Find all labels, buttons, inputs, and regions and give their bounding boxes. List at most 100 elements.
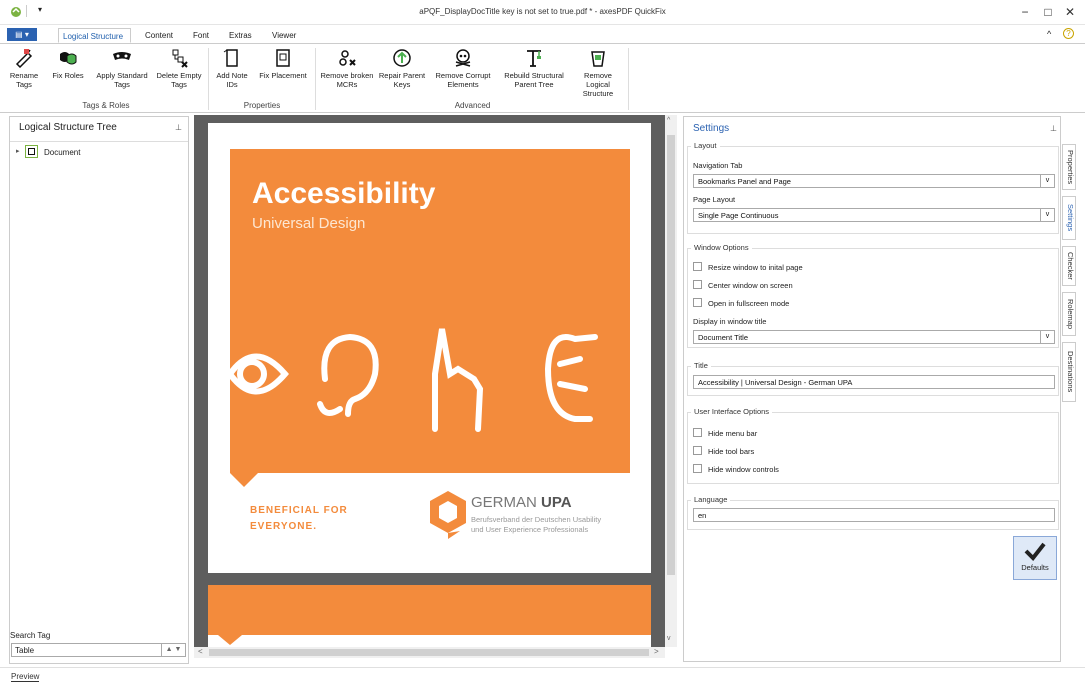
- navtab-value: Bookmarks Panel and Page: [698, 177, 791, 186]
- remove-broken-mcrs-button[interactable]: Remove broken MCRs: [320, 48, 374, 100]
- center-label: Center window on screen: [708, 281, 793, 290]
- org-name: GERMAN UPA: [471, 494, 572, 511]
- hide-menu-label: Hide menu bar: [708, 429, 758, 438]
- fix-roles-label: Fix Roles: [52, 71, 84, 80]
- scroll-up-icon[interactable]: ^: [667, 117, 670, 124]
- scroll-down-icon[interactable]: v: [667, 635, 671, 642]
- page2-notch: [218, 635, 242, 645]
- group-label-properties: Properties: [243, 101, 281, 110]
- tab-viewer[interactable]: Viewer: [268, 28, 300, 43]
- search-tag-value: Table: [15, 646, 35, 655]
- vertical-scrollbar[interactable]: ^ v: [665, 115, 677, 647]
- search-spinner[interactable]: ▲ ▼: [161, 644, 185, 656]
- org-line1: Berufsverband der Deutschen Usability: [471, 515, 602, 524]
- rebuild-structural-parent-tree-label: Rebuild Structural Parent Tree: [504, 71, 564, 89]
- horizontal-scrollbar[interactable]: < >: [194, 647, 665, 658]
- collapse-ribbon-icon[interactable]: ^: [1047, 29, 1051, 39]
- title-input[interactable]: Accessibility | Universal Design - Germa…: [693, 375, 1055, 389]
- remove-logical-structure-label: Remove Logical Structure: [582, 71, 614, 98]
- center-checkbox[interactable]: [693, 280, 702, 289]
- add-note-ids-label: Add Note IDs: [216, 71, 248, 89]
- rename-tags-button[interactable]: Rename Tags: [6, 48, 42, 100]
- chevron-down-icon: v: [1040, 175, 1054, 187]
- pagelayout-value: Single Page Continuous: [698, 211, 779, 220]
- display-title-select[interactable]: Document Title v: [693, 330, 1055, 344]
- beneficial-line1: BENEFICIAL FOR: [250, 505, 348, 516]
- logical-structure-panel: Logical Structure Tree ⊥ ▸ Document Sear…: [9, 116, 189, 664]
- file-menu-button[interactable]: ▤ ▾: [7, 28, 37, 41]
- broken-link-icon: [339, 50, 356, 66]
- hide-menu-checkbox[interactable]: [693, 428, 702, 437]
- repair-icon: [393, 49, 411, 67]
- scroll-right-icon[interactable]: >: [654, 647, 659, 656]
- settings-title: Settings: [693, 123, 730, 134]
- tab-extras[interactable]: Extras: [225, 28, 256, 43]
- window-options-title: Window Options: [691, 243, 752, 252]
- close-button[interactable]: ✕: [1062, 4, 1078, 20]
- display-title-value: Document Title: [698, 333, 749, 342]
- rebuild-structural-parent-tree-button[interactable]: Rebuild Structural Parent Tree: [499, 48, 569, 100]
- language-value: en: [698, 511, 707, 520]
- delete-tags-icon: [172, 49, 188, 68]
- help-icon[interactable]: ?: [1063, 28, 1074, 39]
- repair-parent-keys-button[interactable]: Repair Parent Keys: [377, 48, 427, 100]
- remove-corrupt-elements-button[interactable]: Remove Corrupt Elements: [430, 48, 496, 100]
- tab-font[interactable]: Font: [189, 28, 213, 43]
- resize-checkbox[interactable]: [693, 262, 702, 271]
- pagelayout-select[interactable]: Single Page Continuous v: [693, 208, 1055, 222]
- ribbon: Rename Tags Fix Roles Apply Standard Tag…: [0, 43, 1085, 113]
- search-tag-label: Search Tag: [10, 631, 51, 640]
- sidetab-rolemap[interactable]: Rolemap: [1062, 292, 1076, 336]
- scroll-left-icon[interactable]: <: [198, 647, 203, 656]
- status-bar: Preview: [0, 667, 1085, 686]
- sidetab-settings[interactable]: Settings: [1062, 196, 1076, 240]
- hide-toolbars-label: Hide tool bars: [708, 447, 755, 456]
- fullscreen-checkbox[interactable]: [693, 298, 702, 307]
- resize-label: Resize window to inital page: [708, 263, 803, 272]
- preview-tab[interactable]: Preview: [11, 672, 40, 682]
- hide-toolbars-checkbox[interactable]: [693, 446, 702, 455]
- hide-window-controls-label: Hide window controls: [708, 465, 779, 474]
- ribbon-tabs: Logical Structure Content Font Extras Vi…: [0, 26, 1085, 43]
- tab-content[interactable]: Content: [141, 28, 177, 43]
- apply-standard-tags-label: Apply Standard Tags: [96, 71, 148, 89]
- remove-logical-structure-button[interactable]: Remove Logical Structure: [572, 48, 624, 100]
- sidetab-destinations[interactable]: Destinations: [1062, 342, 1076, 402]
- fix-placement-label: Fix Placement: [259, 71, 307, 80]
- search-tag-input[interactable]: Table ▲ ▼: [11, 643, 186, 657]
- maximize-button[interactable]: □: [1040, 4, 1056, 20]
- sidetab-properties[interactable]: Properties: [1062, 144, 1076, 190]
- tree-item-document[interactable]: Document: [44, 148, 80, 157]
- language-input[interactable]: en: [693, 508, 1055, 522]
- rename-tags-label: Rename Tags: [9, 71, 39, 89]
- minimize-button[interactable]: −: [1017, 4, 1033, 20]
- fix-placement-button[interactable]: Fix Placement: [255, 48, 311, 100]
- pagelayout-label: Page Layout: [693, 195, 736, 204]
- group-label-advanced: Advanced: [454, 101, 491, 110]
- delete-empty-tags-label: Delete Empty Tags: [156, 71, 202, 89]
- accessibility-icons: [230, 328, 598, 432]
- placement-icon: [276, 49, 290, 67]
- ribbon-separator: [628, 48, 629, 110]
- fix-roles-button[interactable]: Fix Roles: [49, 48, 87, 100]
- german-upa-logo: [430, 491, 466, 539]
- panel-divider: [10, 141, 188, 142]
- remove-corrupt-elements-label: Remove Corrupt Elements: [435, 71, 491, 89]
- sidetab-checker[interactable]: Checker: [1062, 246, 1076, 286]
- settings-pin-icon[interactable]: ⊥: [1050, 124, 1057, 133]
- navtab-select[interactable]: Bookmarks Panel and Page v: [693, 174, 1055, 188]
- pin-icon[interactable]: ⊥: [175, 123, 182, 132]
- ribbon-separator: [208, 48, 209, 110]
- apply-standard-tags-button[interactable]: Apply Standard Tags: [93, 48, 151, 100]
- hide-window-controls-checkbox[interactable]: [693, 464, 702, 473]
- add-note-ids-button[interactable]: Add Note IDs: [212, 48, 252, 100]
- expand-icon[interactable]: ▸: [16, 147, 20, 155]
- defaults-button[interactable]: Defaults: [1013, 536, 1057, 580]
- tab-logical-structure[interactable]: Logical Structure: [58, 28, 131, 43]
- skull-icon: [455, 49, 471, 67]
- hscroll-thumb[interactable]: [209, 649, 649, 656]
- crane-icon: [527, 50, 541, 67]
- note-icon: [223, 49, 238, 67]
- delete-empty-tags-button[interactable]: Delete Empty Tags: [155, 48, 203, 100]
- scroll-thumb[interactable]: [667, 135, 675, 575]
